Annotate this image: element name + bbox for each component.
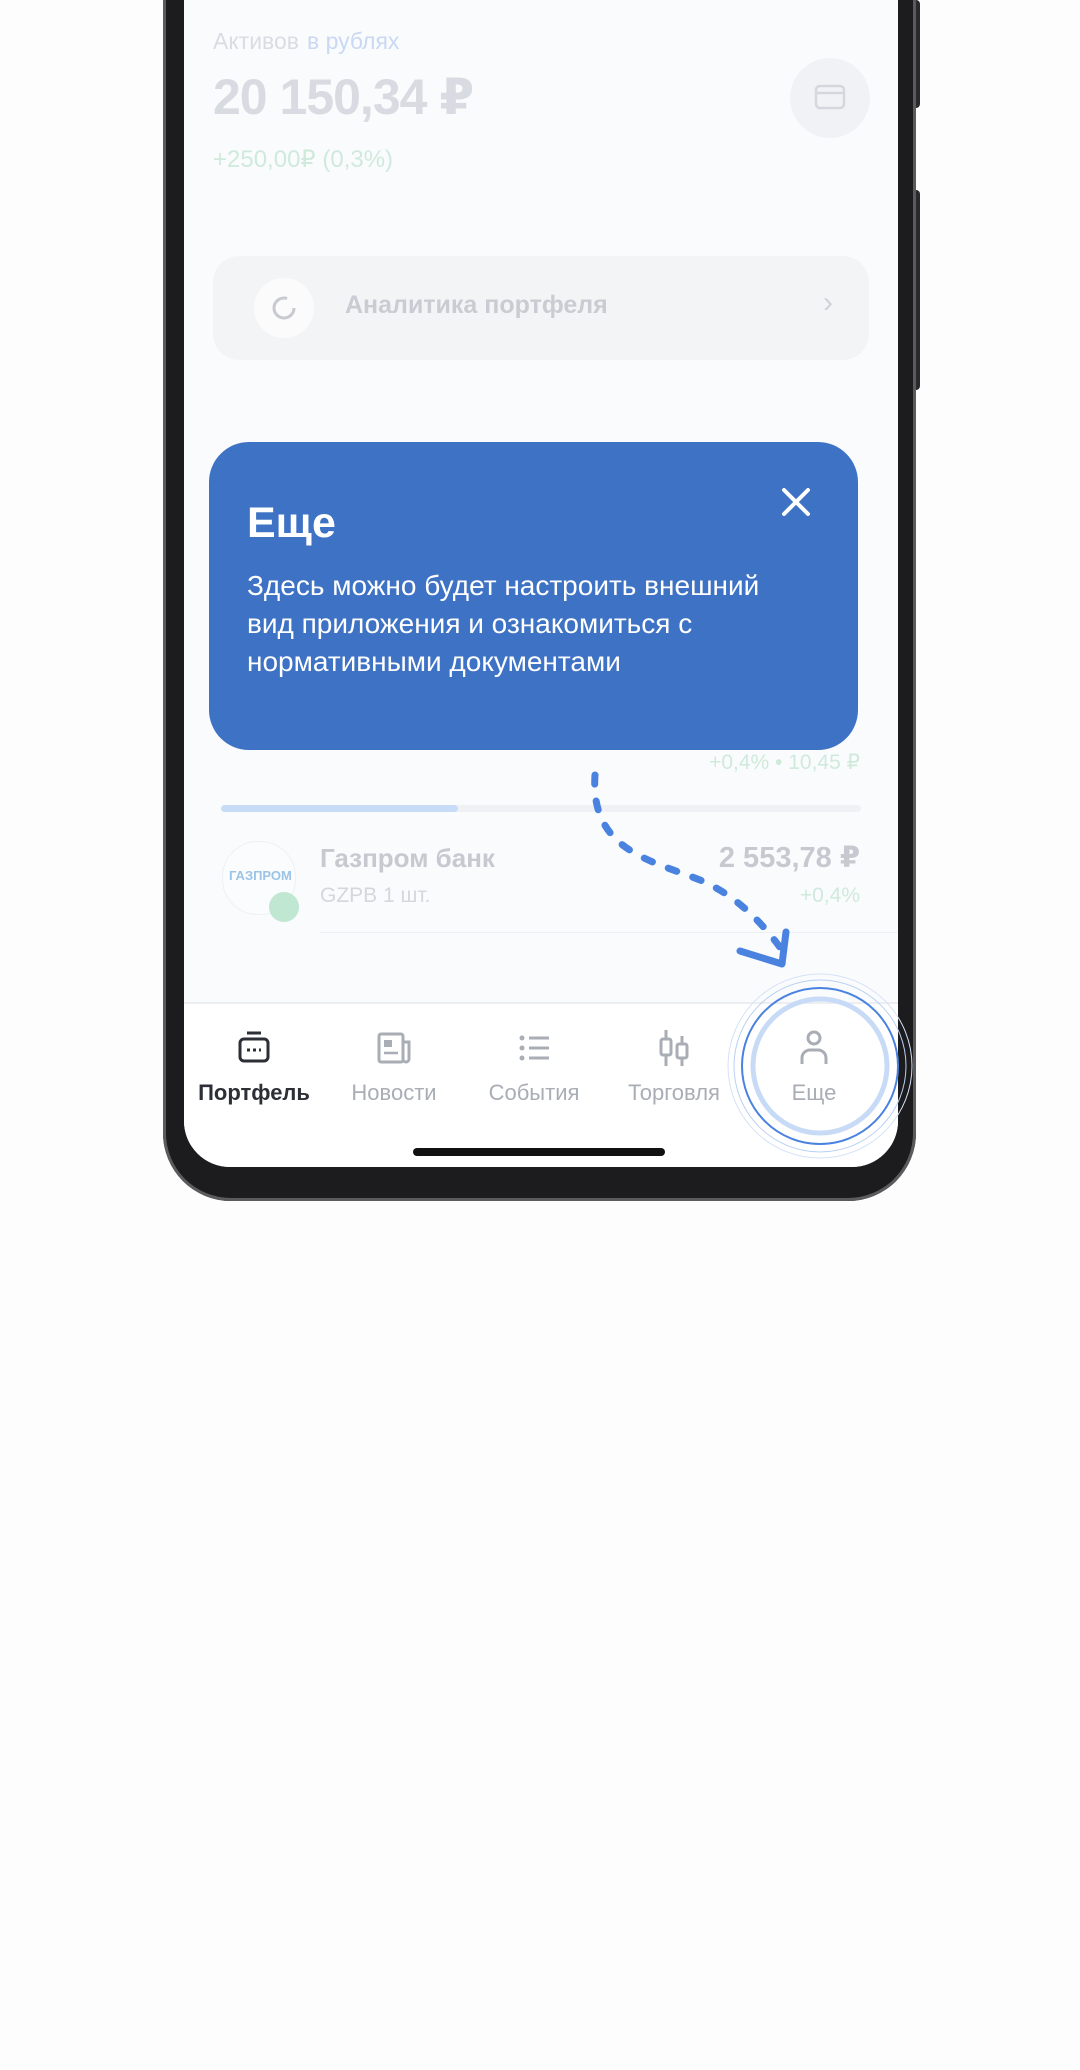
tab-events[interactable]: События	[464, 1028, 604, 1106]
tab-label: События	[488, 1080, 580, 1105]
list-icon	[519, 1035, 549, 1061]
tab-news[interactable]: Новости	[324, 1028, 464, 1106]
analytics-icon	[254, 278, 314, 338]
stock-name[interactable]: Газпром банк	[320, 843, 495, 874]
tab-label: Новости	[351, 1080, 437, 1105]
portfolio-total: 20 150,34 ₽	[213, 69, 474, 125]
currency-toggle[interactable]: в рублях	[307, 28, 399, 54]
portfolio-analytics-button[interactable]: Аналитика портфеля ›	[213, 256, 869, 360]
logo-text: ГАЗПРОМ	[229, 868, 292, 883]
wallet-button[interactable]	[790, 58, 870, 138]
highlight-rings	[727, 973, 913, 1159]
tooltip-title: Еще	[247, 499, 336, 547]
stock-ticker: GZPB 1 шт.	[320, 884, 431, 907]
home-indicator	[413, 1148, 665, 1156]
tab-label: Портфель	[198, 1080, 310, 1105]
lock-badge-icon	[269, 892, 299, 922]
tab-portfolio[interactable]: Портфель	[184, 1028, 324, 1106]
close-icon[interactable]	[776, 482, 816, 522]
briefcase-icon	[238, 1031, 270, 1063]
analytics-label: Аналитика портфеля	[345, 291, 608, 319]
newspaper-icon	[377, 1032, 411, 1064]
assets-text: Активов	[213, 28, 300, 54]
chevron-right-icon: ›	[823, 286, 833, 319]
wallet-icon	[814, 84, 846, 110]
candlestick-icon	[659, 1030, 689, 1066]
tooltip-body: Здесь можно будет настроить внешний вид …	[247, 570, 760, 677]
assets-label: Активов в рублях	[213, 28, 399, 55]
gazprom-logo: ГАЗПРОМ	[222, 841, 299, 922]
pointer-arrow	[591, 771, 790, 968]
onboarding-tooltip: Еще Здесь можно будет настроить внешний …	[209, 442, 858, 750]
stock-change: +0,4%	[799, 884, 860, 907]
progress-fill	[221, 805, 458, 812]
portfolio-change: +250,00₽ (0,3%)	[213, 146, 394, 173]
